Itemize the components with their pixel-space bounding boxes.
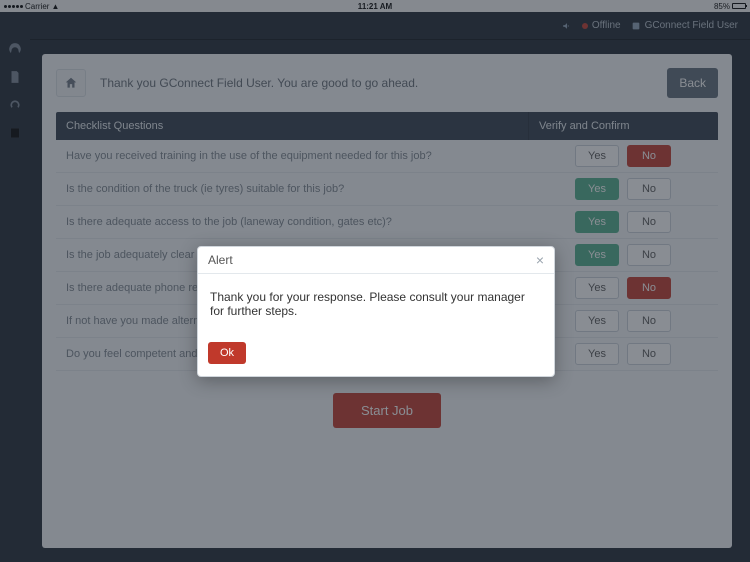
alert-message: Thank you for your response. Please cons… bbox=[198, 274, 554, 334]
ok-button[interactable]: Ok bbox=[208, 342, 246, 364]
alert-title: Alert bbox=[208, 253, 233, 267]
close-icon[interactable]: × bbox=[536, 253, 544, 267]
alert-modal: Alert × Thank you for your response. Ple… bbox=[197, 246, 555, 377]
